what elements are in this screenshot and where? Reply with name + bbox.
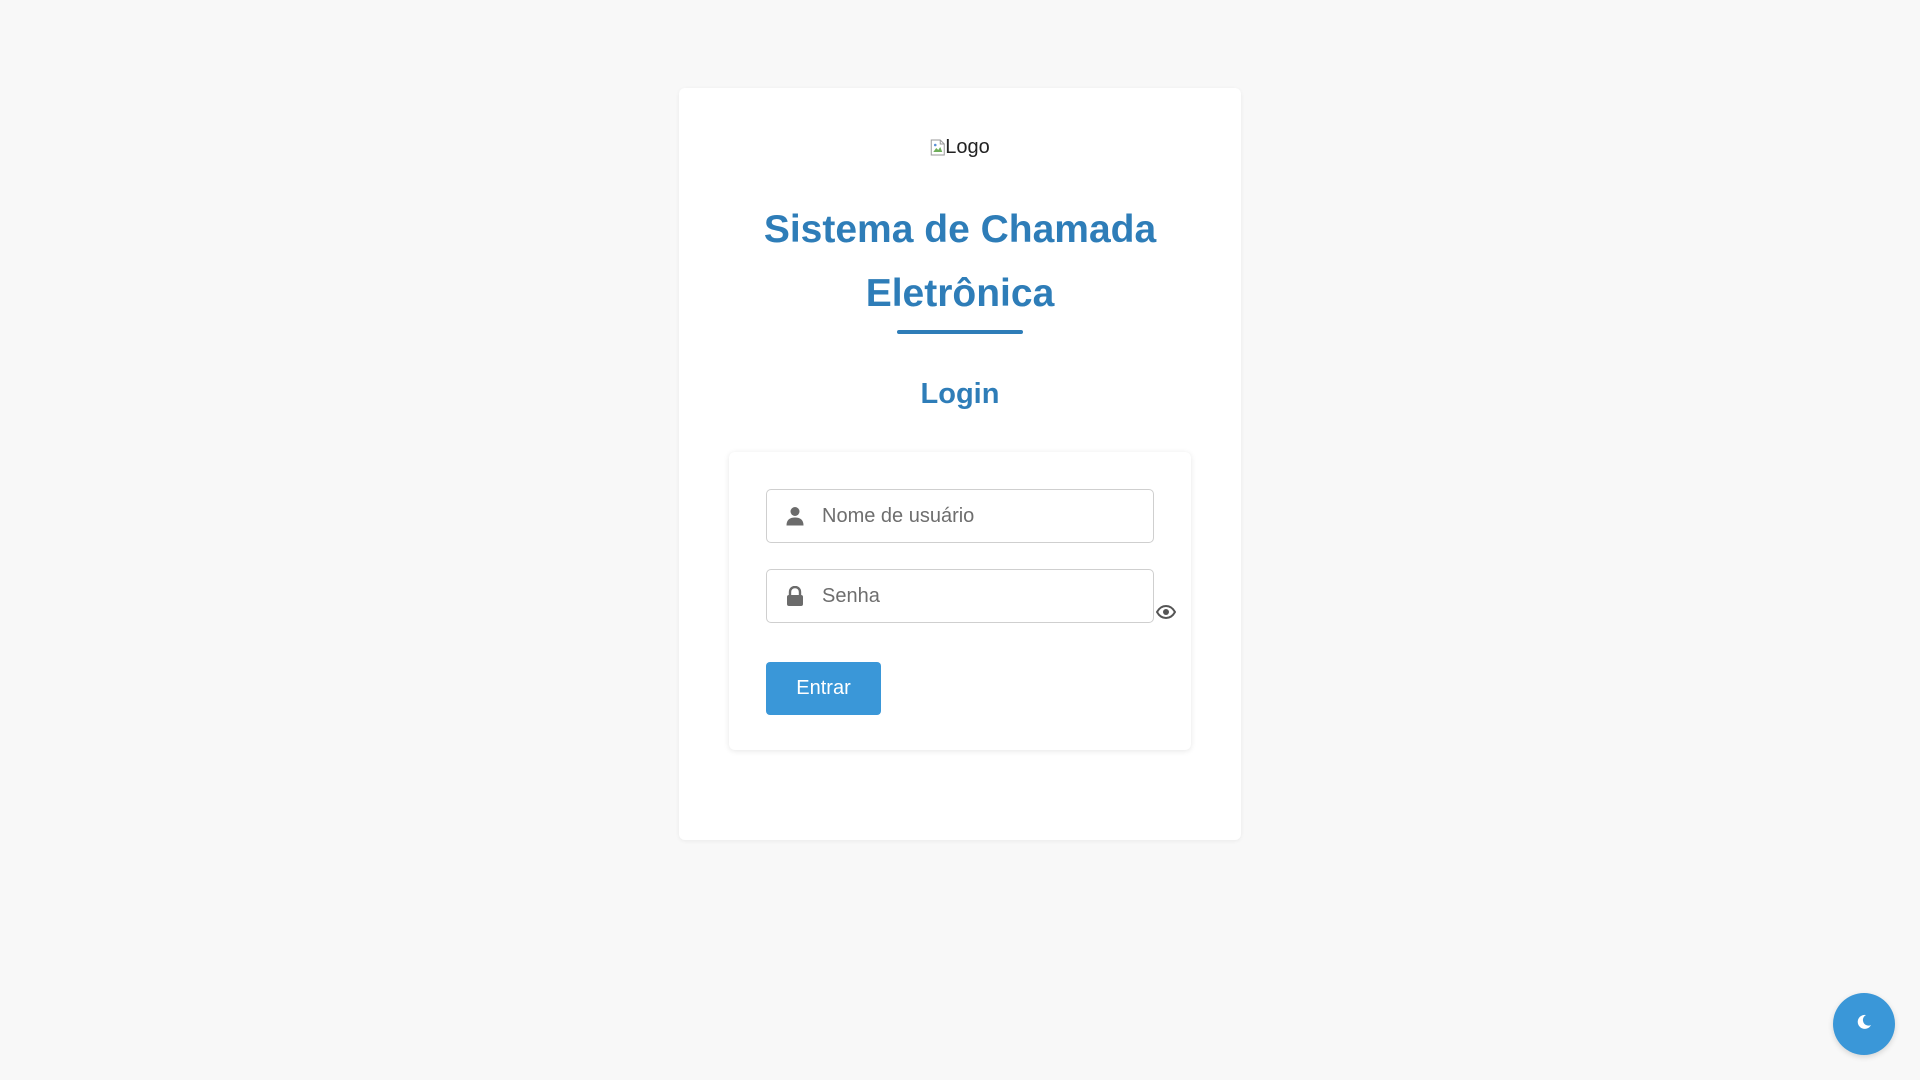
page-title-line1: Sistema de Chamada: [763, 208, 1157, 251]
lock-icon: [785, 585, 805, 607]
page-title-line2: Eletrônica: [865, 272, 1055, 315]
login-form: Entrar: [729, 452, 1191, 750]
username-field[interactable]: [766, 489, 1154, 543]
user-icon: [785, 505, 805, 527]
broken-image-icon: [930, 139, 945, 156]
logo: Logo: [930, 136, 990, 159]
username-input[interactable]: [822, 490, 1143, 542]
moon-icon: [1856, 1014, 1872, 1035]
login-card: Logo Sistema de Chamada Eletrônica Login: [679, 88, 1241, 840]
password-field[interactable]: [766, 569, 1154, 623]
password-input[interactable]: [822, 570, 1143, 622]
title-underline: [897, 330, 1023, 334]
logo-alt-text: Logo: [945, 136, 990, 158]
theme-toggle-button[interactable]: [1833, 993, 1895, 1055]
eye-icon[interactable]: [1154, 600, 1178, 624]
login-heading: Login: [920, 378, 1000, 410]
submit-button[interactable]: Entrar: [766, 662, 881, 715]
page-title: Sistema de Chamada Eletrônica: [679, 198, 1241, 326]
